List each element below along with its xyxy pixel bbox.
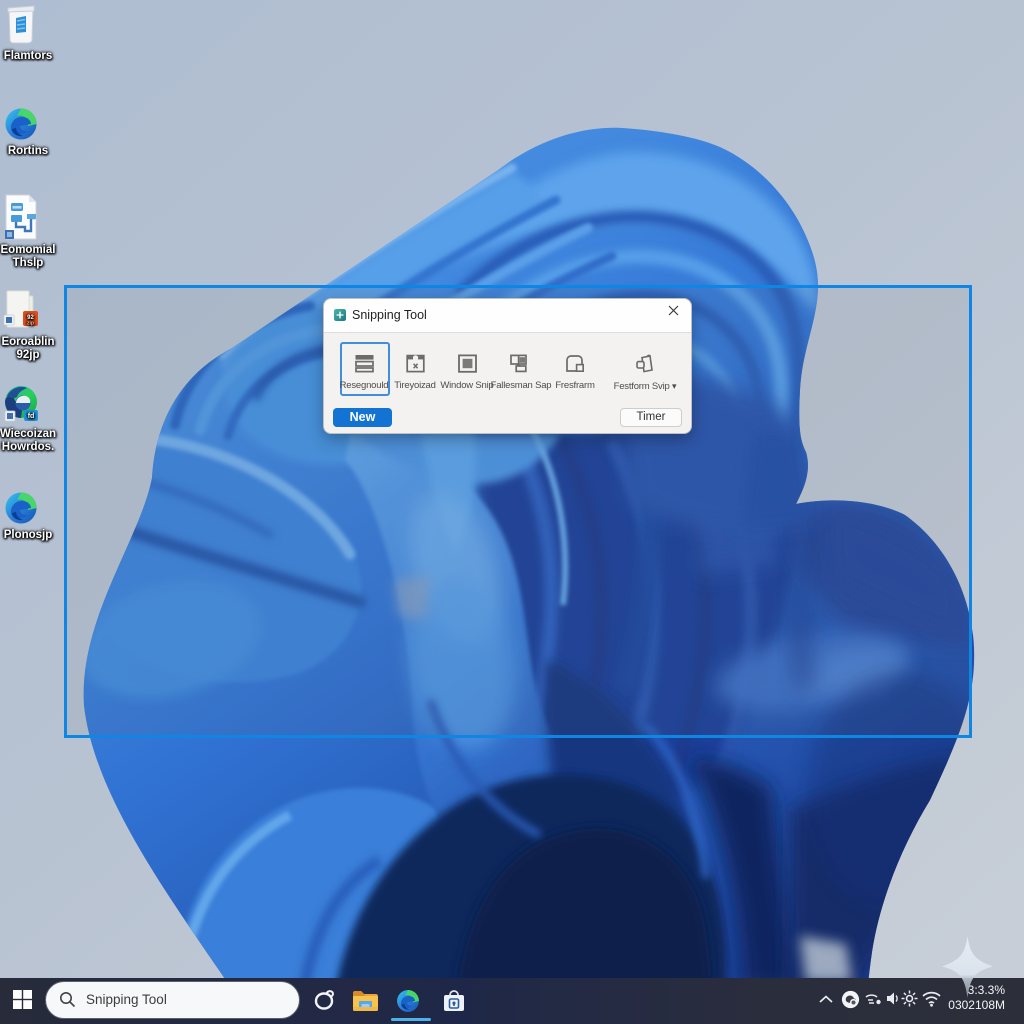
- svg-text:zip: zip: [27, 321, 34, 327]
- svg-text:fd: fd: [28, 413, 35, 420]
